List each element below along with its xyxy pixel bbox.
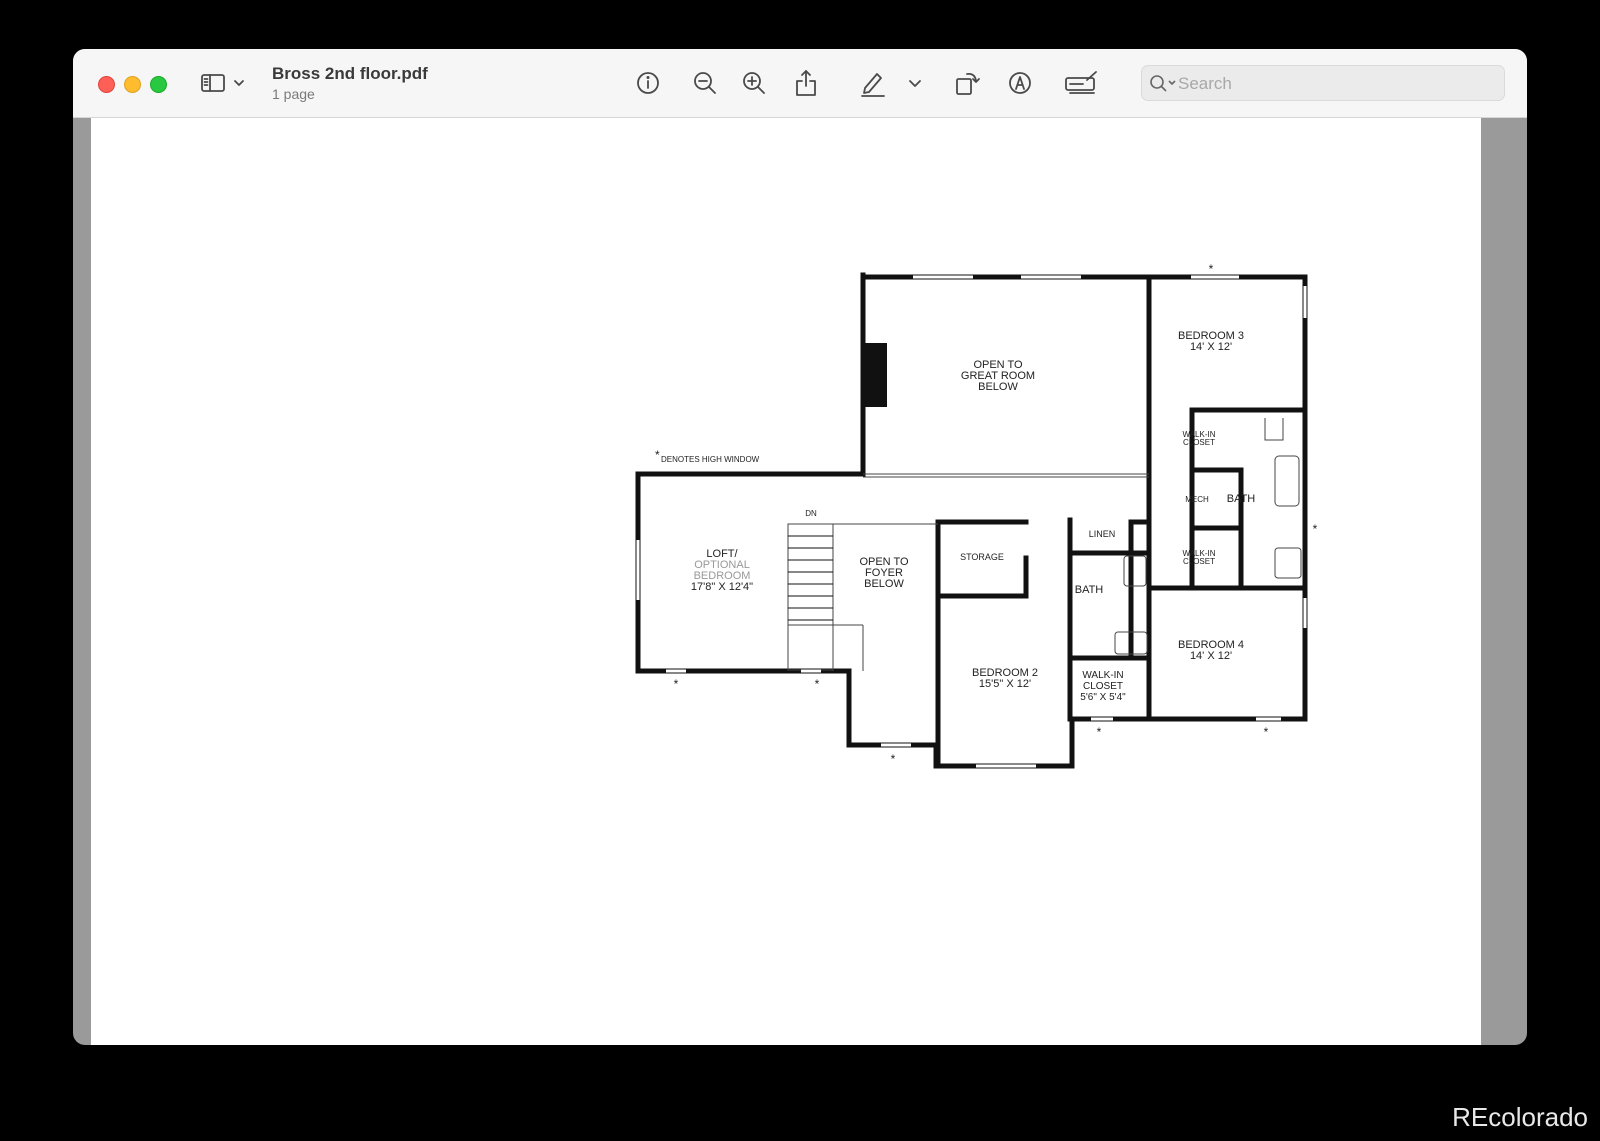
zoom-out-button[interactable]	[690, 66, 720, 100]
form-fill-icon	[1065, 71, 1097, 94]
storage-label: STORAGE	[960, 552, 1004, 562]
legend-text: DENOTES HIGH WINDOW	[661, 455, 760, 464]
annotate-button[interactable]	[1005, 66, 1035, 100]
toilet-fixture	[1264, 418, 1284, 441]
walkin-closet-b2-label: CLOSET	[1083, 681, 1123, 692]
loft-size: 17'8" X 12'4"	[691, 581, 753, 593]
document-page-count: 1 page	[272, 86, 315, 102]
linen-label: LINEN	[1089, 529, 1116, 539]
title-bar: Bross 2nd floor.pdf 1 page Search	[73, 49, 1527, 118]
tub-fixture	[1274, 455, 1300, 507]
mech-label: MECH	[1185, 495, 1209, 504]
svg-text:*: *	[815, 677, 820, 691]
svg-text:*: *	[891, 752, 896, 766]
zoom-out-icon	[694, 72, 716, 94]
markup-button[interactable]	[857, 66, 889, 100]
bedroom2-size: 15'5" X 12'	[979, 678, 1031, 690]
markup-options-button[interactable]	[905, 66, 925, 100]
maximize-button[interactable]	[150, 76, 167, 93]
wall-interior	[935, 555, 1029, 599]
chevron-down-icon	[909, 80, 921, 87]
walkin-closet-b2-size: 5'6" X 5'4"	[1080, 692, 1126, 703]
walkin-closet-label: CLOSET	[1183, 557, 1215, 566]
svg-text:*: *	[1209, 262, 1214, 276]
staircase	[787, 523, 834, 671]
bedroom4-size: 14' X 12'	[1190, 650, 1232, 662]
watermark: REcolorado	[1452, 1102, 1588, 1132]
wall-west	[635, 272, 939, 748]
rotate-button[interactable]	[951, 66, 983, 100]
sidebar-toggle-button[interactable]	[199, 66, 249, 100]
svg-text:*: *	[1097, 725, 1102, 739]
bedroom3-size: 14' X 12'	[1190, 341, 1232, 353]
search-field[interactable]: Search	[1141, 65, 1505, 101]
great-room-label: BELOW	[978, 381, 1018, 393]
info-button[interactable]	[633, 66, 663, 100]
stairs-down-label: DN	[805, 509, 817, 518]
markup-pen-icon	[861, 73, 885, 97]
wall-south	[933, 716, 1116, 769]
sidebar-icon	[201, 74, 244, 92]
stair-treads	[788, 535, 833, 621]
zoom-in-icon	[743, 72, 765, 94]
svg-text:*: *	[1313, 522, 1318, 536]
svg-text:*: *	[674, 677, 679, 691]
floor-plan: OPEN TO GREAT ROOM BELOW BEDROOM 3 14' X…	[635, 262, 1318, 769]
minimize-button[interactable]	[124, 76, 141, 93]
foyer-label: BELOW	[864, 578, 904, 590]
legend-asterisk: *	[655, 448, 660, 462]
pdf-page: OPEN TO GREAT ROOM BELOW BEDROOM 3 14' X…	[91, 118, 1481, 1045]
info-icon	[637, 72, 659, 94]
form-fill-button[interactable]	[1061, 66, 1101, 100]
rotate-icon	[956, 72, 980, 95]
zoom-in-button[interactable]	[739, 66, 769, 100]
share-button[interactable]	[791, 66, 821, 100]
hall-bath-label: BATH	[1075, 584, 1104, 596]
share-icon	[796, 70, 816, 96]
vanity-fixture	[1274, 547, 1302, 579]
fireplace	[865, 343, 887, 407]
document-title: Bross 2nd floor.pdf	[272, 64, 428, 83]
master-bath-label: BATH	[1227, 493, 1256, 505]
close-button[interactable]	[98, 76, 115, 93]
search-placeholder: Search	[1178, 74, 1232, 93]
vanity-fixture	[1123, 555, 1147, 587]
annotate-icon	[1009, 72, 1031, 94]
search-icon	[1150, 75, 1176, 92]
preview-window: Bross 2nd floor.pdf 1 page Search OPEN T…	[73, 49, 1527, 1045]
svg-text:*: *	[1264, 725, 1269, 739]
walkin-closet-b2-label: WALK-IN	[1082, 670, 1123, 681]
walkin-closet-label: CLOSET	[1183, 438, 1215, 447]
